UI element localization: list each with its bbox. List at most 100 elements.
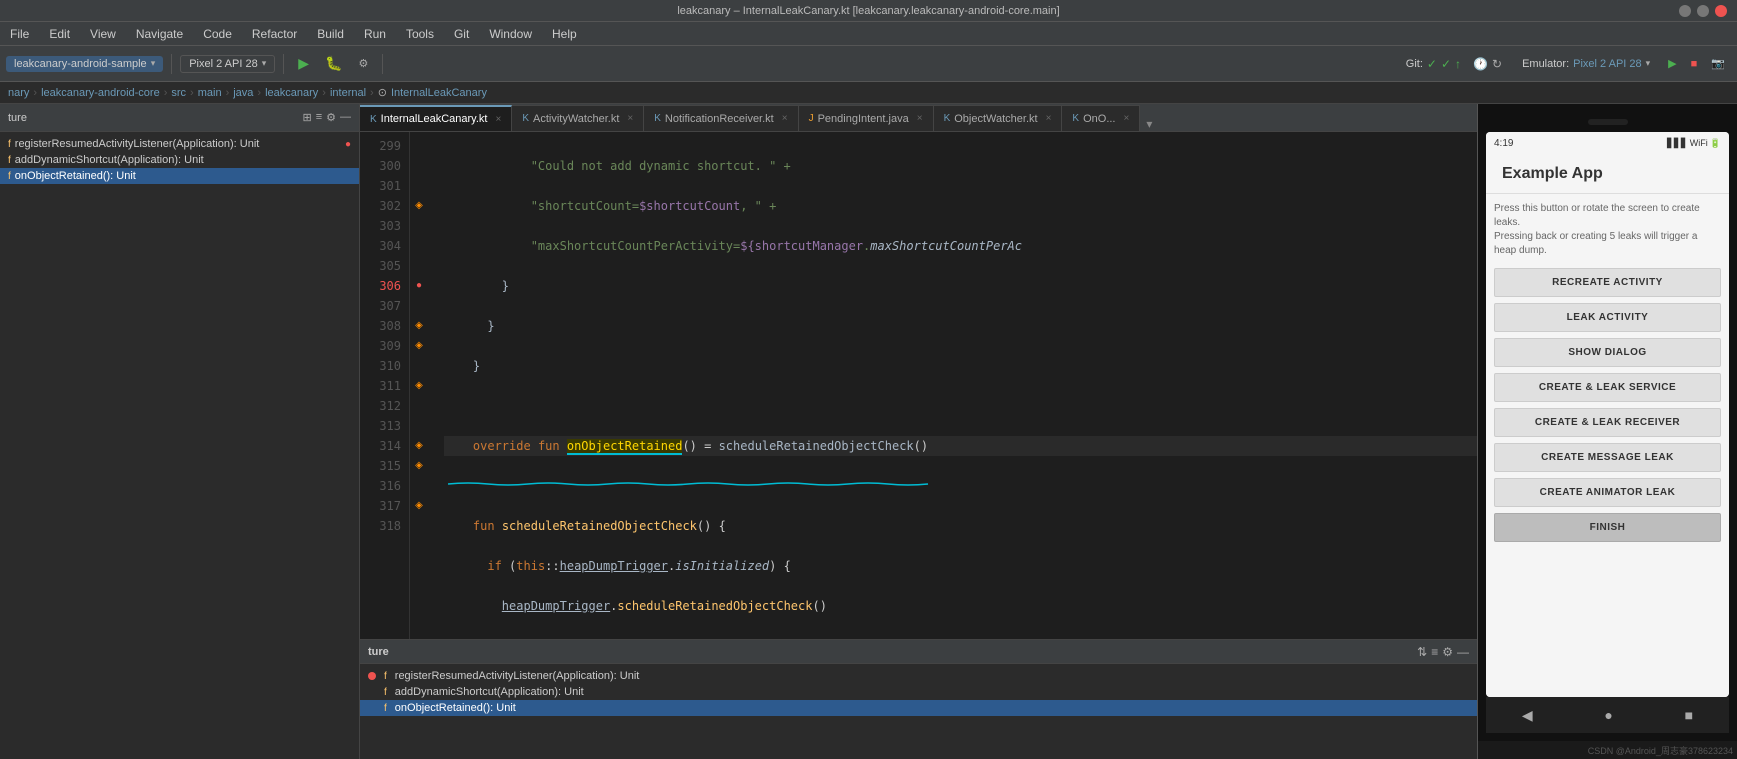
- structure-add-shortcut[interactable]: f addDynamicShortcut(Application): Unit: [360, 684, 1477, 700]
- phone-nav-bar: ◀ ● ■: [1486, 697, 1729, 733]
- structure-item-label-1: registerResumedActivityListener(Applicat…: [395, 670, 640, 682]
- clock-icon: 🕐: [1473, 57, 1488, 71]
- run-config-label: leakcanary-android-sample: [14, 58, 147, 70]
- structure-item-register[interactable]: f registerResumedActivityListener(Applic…: [0, 136, 359, 152]
- phone-app-bar: Example App: [1486, 154, 1729, 194]
- emulator-play-btn[interactable]: ▶: [1662, 55, 1682, 72]
- maximize-btn[interactable]: [1697, 5, 1709, 17]
- wifi-icon: WiFi: [1690, 138, 1708, 148]
- tabs-overflow-arrow[interactable]: ▾: [1140, 117, 1158, 131]
- emulator-stop-btn[interactable]: ■: [1685, 56, 1704, 72]
- breadcrumb-java[interactable]: java: [233, 87, 253, 99]
- phone-btn-create-animator-leak[interactable]: CREATE ANIMATOR LEAK: [1494, 478, 1721, 507]
- menu-git[interactable]: Git: [450, 25, 473, 43]
- sidebar-icon-4[interactable]: —: [340, 111, 351, 124]
- phone-btn-recreate-activity[interactable]: RECREATE ACTIVITY: [1494, 268, 1721, 297]
- structure-register[interactable]: f registerResumedActivityListener(Applic…: [360, 668, 1477, 684]
- tab-close-2[interactable]: ×: [627, 113, 633, 124]
- structure-items-list: f registerResumedActivityListener(Applic…: [0, 132, 359, 188]
- minimize-btn[interactable]: [1679, 5, 1691, 17]
- structure-item-label-2: addDynamicShortcut(Application): Unit: [395, 686, 584, 698]
- close-btn[interactable]: [1715, 5, 1727, 17]
- tab-pending-intent[interactable]: J PendingIntent.java ×: [799, 105, 934, 131]
- bottom-settings-icon[interactable]: ⚙: [1442, 645, 1453, 659]
- menu-navigate[interactable]: Navigate: [132, 25, 187, 43]
- main-layout: ture ⊞ ≡ ⚙ — f registerResumedActivityLi…: [0, 104, 1737, 759]
- sidebar-icon-2[interactable]: ≡: [316, 111, 322, 124]
- error-dot-1: [368, 672, 376, 680]
- menu-view[interactable]: View: [86, 25, 120, 43]
- sidebar: ture ⊞ ≡ ⚙ — f registerResumedActivityLi…: [0, 104, 360, 759]
- tab-activity-watcher[interactable]: K ActivityWatcher.kt ×: [512, 105, 644, 131]
- bottom-close-icon[interactable]: —: [1457, 645, 1469, 659]
- title-bar: leakcanary – InternalLeakCanary.kt [leak…: [0, 0, 1737, 22]
- tab-close-3[interactable]: ×: [782, 113, 788, 124]
- tab-ono[interactable]: K OnO... ×: [1062, 105, 1140, 131]
- breadcrumb-file[interactable]: InternalLeakCanary: [391, 87, 487, 99]
- tab-label-2: ActivityWatcher.kt: [533, 113, 619, 125]
- emulator-controls: ▶ ■ 📷: [1662, 55, 1731, 72]
- phone-btn-create-leak-service[interactable]: CREATE & LEAK SERVICE: [1494, 373, 1721, 402]
- tab-internal-leak-canary[interactable]: K InternalLeakCanary.kt ×: [360, 105, 512, 131]
- phone-btn-create-leak-receiver[interactable]: CREATE & LEAK RECEIVER: [1494, 408, 1721, 437]
- tab-close-6[interactable]: ×: [1124, 113, 1130, 124]
- phone-btn-finish[interactable]: FINISH: [1494, 513, 1721, 542]
- tab-close-4[interactable]: ×: [917, 113, 923, 124]
- toolbar-separator-2: [283, 54, 284, 74]
- phone-notch: [1486, 112, 1729, 132]
- run-config-dropdown[interactable]: leakcanary-android-sample ▾: [6, 56, 163, 72]
- device-dropdown[interactable]: Pixel 2 API 28 ▾: [180, 55, 275, 73]
- structure-item-on-object[interactable]: f onObjectRetained(): Unit: [0, 168, 359, 184]
- debug-button[interactable]: 🐛: [319, 53, 348, 74]
- breadcrumb-nary[interactable]: nary: [8, 87, 29, 99]
- breadcrumb-core[interactable]: leakcanary-android-core: [41, 87, 160, 99]
- tab-label-5: ObjectWatcher.kt: [954, 113, 1037, 125]
- sidebar-icon-3[interactable]: ⚙: [326, 111, 336, 124]
- bottom-filter-icon[interactable]: ≡: [1431, 645, 1438, 659]
- tab-object-watcher[interactable]: K ObjectWatcher.kt ×: [934, 105, 1063, 131]
- editor-area: K InternalLeakCanary.kt × K ActivityWatc…: [360, 104, 1477, 759]
- breadcrumb-leakcanary[interactable]: leakcanary: [265, 87, 318, 99]
- tab-label-1: InternalLeakCanary.kt: [381, 113, 488, 125]
- phone-recents-btn[interactable]: ■: [1685, 707, 1693, 723]
- menu-run[interactable]: Run: [360, 25, 390, 43]
- breadcrumb-main[interactable]: main: [198, 87, 222, 99]
- menu-refactor[interactable]: Refactor: [248, 25, 301, 43]
- phone-btn-show-dialog[interactable]: SHOW DIALOG: [1494, 338, 1721, 367]
- phone-back-btn[interactable]: ◀: [1522, 707, 1533, 724]
- bottom-sort-icon[interactable]: ⇅: [1417, 645, 1427, 659]
- structure-on-object-retained[interactable]: f onObjectRetained(): Unit: [360, 700, 1477, 716]
- menu-edit[interactable]: Edit: [45, 25, 74, 43]
- breadcrumb-internal[interactable]: internal: [330, 87, 366, 99]
- menu-tools[interactable]: Tools: [402, 25, 438, 43]
- sidebar-icon-1[interactable]: ⊞: [302, 111, 311, 124]
- tab-close-1[interactable]: ×: [495, 114, 501, 125]
- toolbar-separator-1: [171, 54, 172, 74]
- tab-label-6: OnO...: [1083, 113, 1115, 125]
- bottom-panel: ture ⇅ ≡ ⚙ — f registerResumedActivityLi…: [360, 639, 1477, 759]
- tab-close-5[interactable]: ×: [1046, 113, 1052, 124]
- git-check-icon-2: ✓: [1441, 57, 1451, 71]
- phone-home-btn[interactable]: ●: [1604, 707, 1612, 723]
- phone-btn-create-message-leak[interactable]: CREATE MESSAGE LEAK: [1494, 443, 1721, 472]
- tab-notification-receiver[interactable]: K NotificationReceiver.kt ×: [644, 105, 798, 131]
- phone-content: Press this button or rotate the screen t…: [1486, 194, 1729, 697]
- breadcrumb-src[interactable]: src: [171, 87, 186, 99]
- emulator-screenshot-btn[interactable]: 📷: [1705, 55, 1731, 72]
- toolbar-separator-3: [382, 54, 383, 74]
- run-button[interactable]: ▶: [292, 53, 315, 74]
- menu-code[interactable]: Code: [199, 25, 236, 43]
- menu-window[interactable]: Window: [485, 25, 536, 43]
- structure-item-add-shortcut[interactable]: f addDynamicShortcut(Application): Unit: [0, 152, 359, 168]
- phone-status-bar: 4:19 ▋▋▋ WiFi 🔋: [1486, 132, 1729, 154]
- code-editor[interactable]: 299 300 301 302 303 304 305 306 307 308 …: [360, 132, 1477, 639]
- code-content[interactable]: "Could not add dynamic shortcut. " + "sh…: [428, 132, 1477, 639]
- menu-help[interactable]: Help: [548, 25, 581, 43]
- build-button[interactable]: ⚙: [352, 55, 374, 72]
- phone-btn-leak-activity[interactable]: LEAK ACTIVITY: [1494, 303, 1721, 332]
- menu-build[interactable]: Build: [313, 25, 348, 43]
- structure-list: f registerResumedActivityListener(Applic…: [360, 664, 1477, 720]
- menu-file[interactable]: File: [6, 25, 33, 43]
- phone-time: 4:19: [1494, 138, 1513, 149]
- window-controls[interactable]: [1679, 5, 1727, 17]
